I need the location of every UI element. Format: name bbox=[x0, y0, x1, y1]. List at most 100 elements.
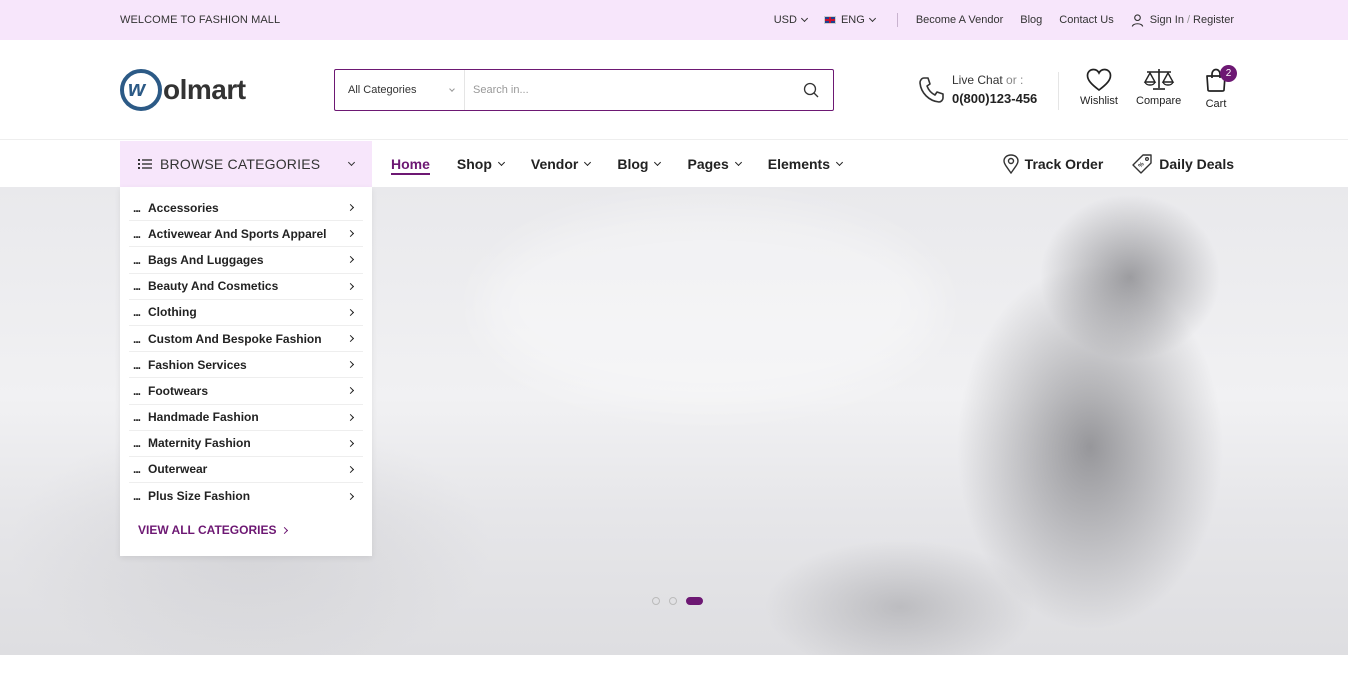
track-order-label: Track Order bbox=[1024, 156, 1104, 172]
category-item[interactable]: ... Clothing bbox=[129, 300, 363, 326]
phone-number: 0(800)123-456 bbox=[952, 91, 1038, 106]
chevron-right-icon bbox=[346, 230, 355, 238]
chevron-down-icon bbox=[734, 158, 742, 167]
wishlist-button[interactable]: Wishlist bbox=[1080, 68, 1118, 107]
chevron-right-icon bbox=[346, 282, 355, 290]
heart-icon bbox=[1086, 68, 1112, 92]
category-item[interactable]: ... Activewear And Sports Apparel bbox=[129, 221, 363, 248]
logo[interactable]: w olmart bbox=[120, 69, 246, 111]
view-all-categories-link[interactable]: VIEW ALL CATEGORIES bbox=[129, 523, 363, 537]
chevron-down-icon bbox=[835, 158, 844, 167]
category-label: Outerwear bbox=[148, 462, 208, 477]
cart-count-badge: 2 bbox=[1220, 65, 1237, 82]
category-list: ... Accessories... Activewear And Sports A… bbox=[129, 195, 363, 509]
nav-home[interactable]: Home bbox=[391, 156, 430, 175]
chevron-right-icon bbox=[346, 439, 355, 447]
live-chat-or: or : bbox=[1006, 73, 1024, 87]
chevron-right-icon bbox=[346, 256, 355, 264]
slider-dot-1[interactable] bbox=[652, 597, 660, 605]
live-chat[interactable]: Live Chat or : 0(800)123-456 bbox=[918, 73, 1037, 106]
category-label: Clothing bbox=[148, 305, 197, 320]
category-label: Handmade Fashion bbox=[148, 410, 259, 425]
category-label: Bags And Luggages bbox=[148, 252, 264, 267]
search-icon bbox=[803, 82, 819, 98]
category-bullet: ... bbox=[133, 489, 141, 504]
nav-blog[interactable]: Blog bbox=[617, 156, 662, 172]
daily-deals-link[interactable]: % Daily Deals bbox=[1131, 153, 1234, 175]
category-item[interactable]: ... Fashion Services bbox=[129, 352, 363, 379]
phone-icon bbox=[919, 76, 944, 103]
nav-pages[interactable]: Pages bbox=[687, 156, 742, 172]
category-bullet: ... bbox=[133, 357, 141, 372]
category-item[interactable]: ... Outerwear bbox=[129, 457, 363, 484]
category-bullet: ... bbox=[133, 383, 141, 398]
nav-shop[interactable]: Shop bbox=[457, 156, 505, 172]
divider bbox=[1058, 72, 1059, 110]
category-label: Activewear And Sports Apparel bbox=[148, 226, 327, 241]
category-item[interactable]: ... Bags And Luggages bbox=[129, 247, 363, 274]
wishlist-label: Wishlist bbox=[1080, 95, 1118, 107]
chevron-down-icon bbox=[800, 14, 809, 23]
slider-dot-3[interactable] bbox=[686, 597, 703, 605]
slash-separator: / bbox=[1186, 14, 1191, 26]
account-links: Sign In / Register bbox=[1131, 13, 1234, 27]
category-label: Maternity Fashion bbox=[148, 436, 251, 451]
tag-icon: % bbox=[1132, 154, 1152, 174]
cart-button[interactable]: 2 Cart bbox=[1204, 65, 1237, 110]
slider-pagination bbox=[652, 597, 712, 605]
category-item[interactable]: ... Handmade Fashion bbox=[129, 405, 363, 431]
chevron-right-icon bbox=[346, 492, 355, 500]
chevron-right-icon bbox=[346, 334, 355, 343]
contact-us-link[interactable]: Contact Us bbox=[1059, 14, 1113, 26]
category-bullet: ... bbox=[133, 226, 141, 241]
chevron-down-icon bbox=[654, 158, 662, 167]
logo-text: olmart bbox=[163, 74, 246, 105]
category-bullet: ... bbox=[133, 410, 141, 425]
sign-in-link[interactable]: Sign In bbox=[1150, 14, 1184, 26]
compare-button[interactable]: Compare bbox=[1136, 68, 1181, 107]
category-item[interactable]: ... Accessories bbox=[129, 195, 363, 222]
browse-categories-button[interactable]: BROWSE CATEGORIES bbox=[120, 141, 372, 187]
search-button[interactable] bbox=[789, 70, 833, 110]
chevron-right-icon bbox=[281, 526, 289, 534]
chevron-right-icon bbox=[346, 204, 355, 212]
category-label: Plus Size Fashion bbox=[148, 489, 251, 504]
category-item[interactable]: ... Plus Size Fashion bbox=[129, 483, 363, 509]
category-item[interactable]: ... Maternity Fashion bbox=[129, 431, 363, 457]
top-bar: WELCOME TO FASHION MALL USD ENG Become A… bbox=[0, 0, 1348, 40]
language-label: ENG bbox=[840, 14, 865, 26]
category-item[interactable]: ... Beauty And Cosmetics bbox=[129, 274, 363, 300]
hero-image bbox=[480, 207, 940, 407]
language-selector[interactable]: ENG bbox=[823, 14, 876, 26]
user-icon bbox=[1131, 13, 1143, 27]
category-bullet: ... bbox=[133, 462, 141, 477]
search-input[interactable] bbox=[465, 70, 789, 110]
browse-categories-label: BROWSE CATEGORIES bbox=[160, 156, 321, 172]
welcome-text: WELCOME TO FASHION MALL bbox=[120, 14, 281, 26]
top-bar-right: USD ENG Become A Vendor Blog Contact Us … bbox=[774, 0, 1234, 40]
category-item[interactable]: ... Footwears bbox=[129, 378, 363, 405]
compare-label: Compare bbox=[1136, 95, 1182, 107]
category-label: Accessories bbox=[148, 200, 219, 215]
register-link[interactable]: Register bbox=[1193, 14, 1234, 26]
category-bullet: ... bbox=[133, 200, 141, 215]
nav-vendor[interactable]: Vendor bbox=[531, 156, 592, 172]
category-select-value: All Categories bbox=[348, 84, 417, 96]
chevron-down-icon bbox=[868, 14, 876, 23]
chevron-right-icon bbox=[346, 465, 355, 474]
nav-menu: Home Shop Vendor Blog Pages Elements bbox=[391, 141, 869, 187]
category-select[interactable]: All Categories bbox=[335, 70, 465, 110]
category-bullet: ... bbox=[133, 279, 141, 294]
category-bullet: ... bbox=[133, 331, 141, 346]
chevron-down-icon bbox=[497, 158, 505, 167]
category-item[interactable]: ... Custom And Bespoke Fashion bbox=[129, 326, 363, 353]
blog-link[interactable]: Blog bbox=[1020, 14, 1042, 26]
slider-dot-2[interactable] bbox=[669, 597, 677, 605]
search-bar: All Categories bbox=[334, 69, 834, 111]
divider bbox=[896, 13, 898, 27]
scale-icon bbox=[1143, 69, 1174, 90]
become-vendor-link[interactable]: Become A Vendor bbox=[916, 14, 1003, 26]
nav-elements[interactable]: Elements bbox=[768, 156, 844, 172]
currency-selector[interactable]: USD bbox=[774, 14, 809, 26]
track-order-link[interactable]: Track Order bbox=[1002, 154, 1104, 174]
